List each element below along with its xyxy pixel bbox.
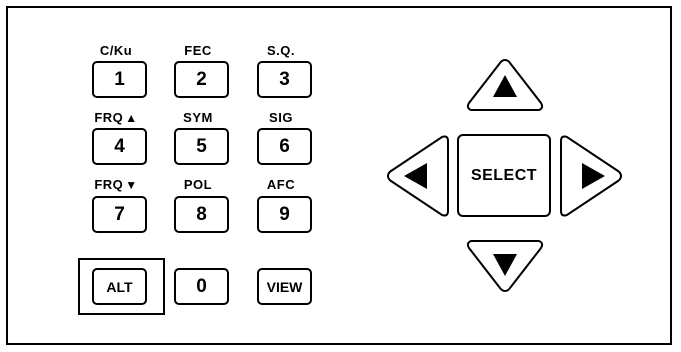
up-arrow-button[interactable] <box>464 57 546 115</box>
key-7[interactable]: 7 <box>92 196 147 233</box>
label-frq-down-text: FRQ <box>94 177 124 192</box>
right-arrow-button[interactable] <box>557 133 625 219</box>
key-4[interactable]: 4 <box>92 128 147 165</box>
key-8[interactable]: 8 <box>174 196 229 233</box>
down-triangle-icon: ▼ <box>125 178 138 192</box>
key-2[interactable]: 2 <box>174 61 229 98</box>
key-5[interactable]: 5 <box>174 128 229 165</box>
label-pol: POL <box>183 177 213 192</box>
label-frq-down: FRQ ▼ <box>86 177 146 192</box>
label-c-ku: C/Ku <box>99 43 133 58</box>
select-button[interactable]: SELECT <box>457 134 551 217</box>
label-fec: FEC <box>184 43 212 58</box>
key-0[interactable]: 0 <box>174 268 229 305</box>
down-arrow-button[interactable] <box>464 236 546 294</box>
left-arrow-button[interactable] <box>384 133 452 219</box>
key-6[interactable]: 6 <box>257 128 312 165</box>
label-frq-up: FRQ ▲ <box>86 110 146 125</box>
key-9[interactable]: 9 <box>257 196 312 233</box>
key-1[interactable]: 1 <box>92 61 147 98</box>
key-3[interactable]: 3 <box>257 61 312 98</box>
label-sym: SYM <box>183 110 213 125</box>
up-triangle-icon: ▲ <box>125 111 138 125</box>
key-alt[interactable]: ALT <box>92 268 147 305</box>
label-afc: AFC <box>266 177 296 192</box>
label-sq: S.Q. <box>266 43 295 58</box>
key-view[interactable]: VIEW <box>257 268 312 305</box>
label-sig: SIG <box>269 110 293 125</box>
label-frq-up-text: FRQ <box>94 110 124 125</box>
